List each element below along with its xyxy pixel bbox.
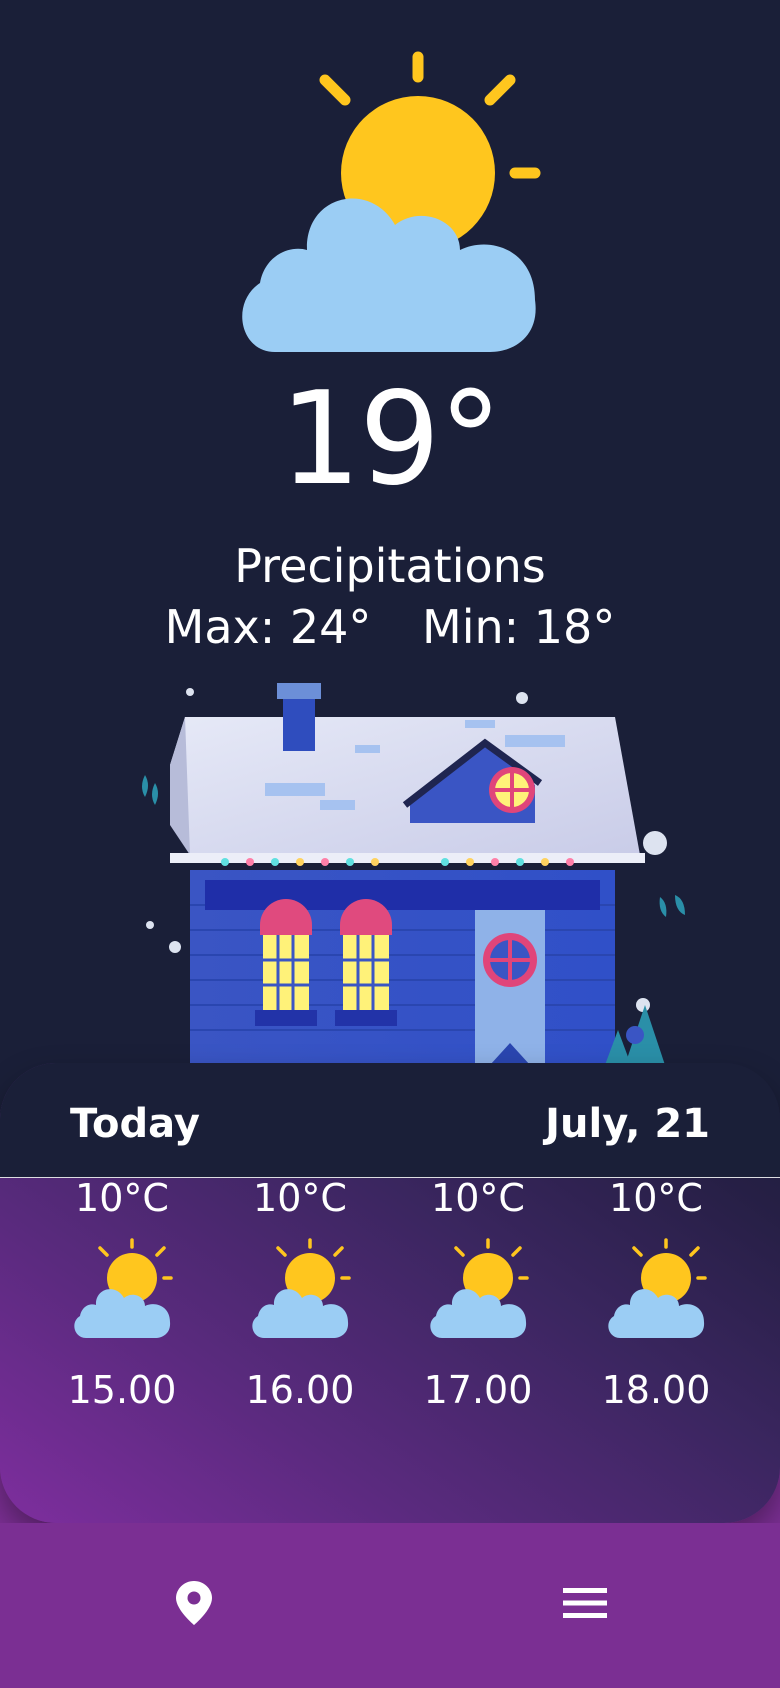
menu-button[interactable] (555, 1573, 615, 1633)
location-button[interactable] (164, 1573, 224, 1633)
current-temperature: 19° (279, 365, 503, 514)
bottom-navigation (0, 1453, 780, 1688)
location-pin-icon (176, 1581, 212, 1625)
forecast-date[interactable]: July, 21 (545, 1101, 710, 1147)
partly-cloudy-icon (430, 1238, 529, 1338)
hour-time: 15.00 (67, 1368, 177, 1412)
forecast-header: Today July, 21 (0, 1063, 780, 1178)
weather-condition: Precipitations (234, 539, 546, 593)
partly-cloudy-icon (252, 1238, 351, 1338)
partly-cloudy-icon (74, 1238, 173, 1338)
partly-cloudy-icon (242, 51, 541, 352)
partly-cloudy-icon (608, 1238, 707, 1338)
max-temperature: Max: 24° (164, 600, 372, 654)
menu-icon (563, 1588, 607, 1618)
hour-temperature: 10°C (609, 1176, 703, 1220)
hourly-forecast-panel: Today July, 21 10°C 15.00 10°C 16.00 10°… (0, 1063, 780, 1523)
hour-time: 17.00 (423, 1368, 533, 1412)
hour-temperature: 10°C (253, 1176, 347, 1220)
hour-temperature: 10°C (75, 1176, 169, 1220)
min-max-temperature: Max: 24° Min: 18° (0, 598, 780, 656)
hourly-forecast-list: 10°C 15.00 10°C 16.00 10°C 17.00 10°C 18… (0, 1176, 780, 1523)
forecast-day-label[interactable]: Today (70, 1101, 200, 1147)
hour-temperature: 10°C (431, 1176, 525, 1220)
hour-time: 18.00 (601, 1368, 711, 1412)
house-illustration (142, 683, 685, 1065)
hour-time: 16.00 (245, 1368, 355, 1412)
min-temperature: Min: 18° (422, 600, 616, 654)
